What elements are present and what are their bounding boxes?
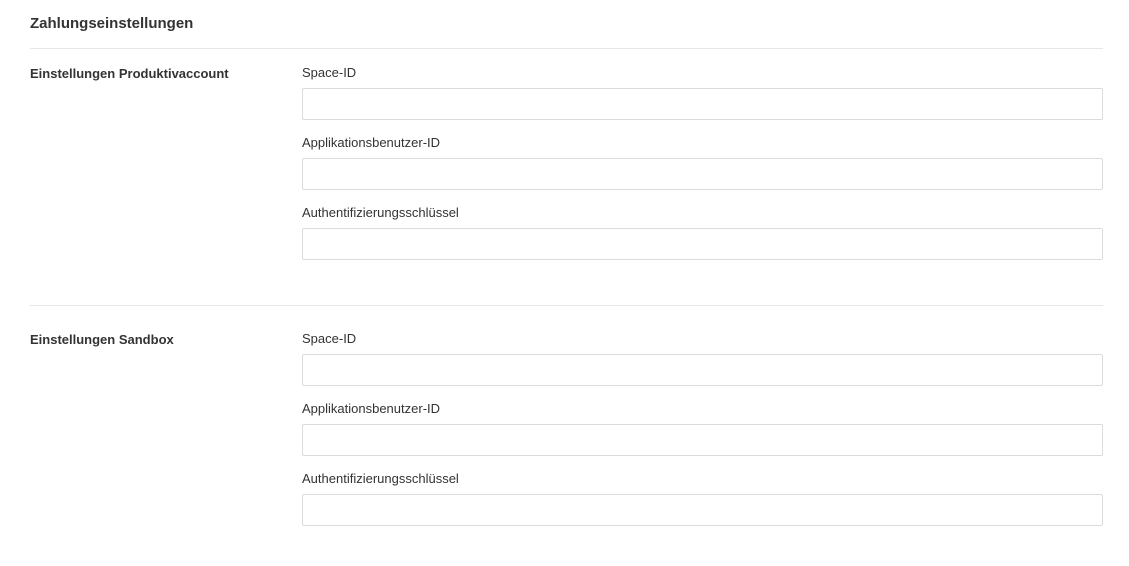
space-id-label: Space-ID: [302, 65, 357, 80]
application-user-id-input[interactable]: [302, 158, 1103, 190]
application-user-id-input[interactable]: [302, 424, 1103, 456]
space-id-label: Space-ID: [302, 331, 357, 346]
field-application-user-id: Applikationsbenutzer-ID: [302, 398, 1103, 468]
authentication-key-input[interactable]: [302, 228, 1103, 260]
application-user-id-label: Applikationsbenutzer-ID: [302, 401, 441, 416]
authentication-key-label: Authentifizierungsschlüssel: [302, 205, 459, 220]
page-title: Zahlungseinstellungen: [30, 15, 194, 32]
application-user-id-label: Applikationsbenutzer-ID: [302, 135, 441, 150]
field-space-id: Space-ID: [302, 328, 1103, 398]
field-space-id: Space-ID: [302, 62, 1103, 132]
space-id-input[interactable]: [302, 354, 1103, 386]
section-title-sandbox: Einstellungen Sandbox: [30, 332, 174, 347]
space-id-input[interactable]: [302, 88, 1103, 120]
header-divider: [30, 48, 1103, 49]
field-authentication-key: Authentifizierungsschlüssel: [302, 202, 1103, 272]
authentication-key-label: Authentifizierungsschlüssel: [302, 471, 459, 486]
field-authentication-key: Authentifizierungsschlüssel: [302, 468, 1103, 538]
sandbox-fields: Space-ID Applikationsbenutzer-ID Authent…: [302, 328, 1103, 538]
production-fields: Space-ID Applikationsbenutzer-ID Authent…: [302, 62, 1103, 272]
authentication-key-input[interactable]: [302, 494, 1103, 526]
payment-settings-page: Zahlungseinstellungen Einstellungen Prod…: [0, 0, 1129, 566]
section-divider: [30, 305, 1103, 306]
section-title-production: Einstellungen Produktivaccount: [30, 66, 229, 81]
field-application-user-id: Applikationsbenutzer-ID: [302, 132, 1103, 202]
